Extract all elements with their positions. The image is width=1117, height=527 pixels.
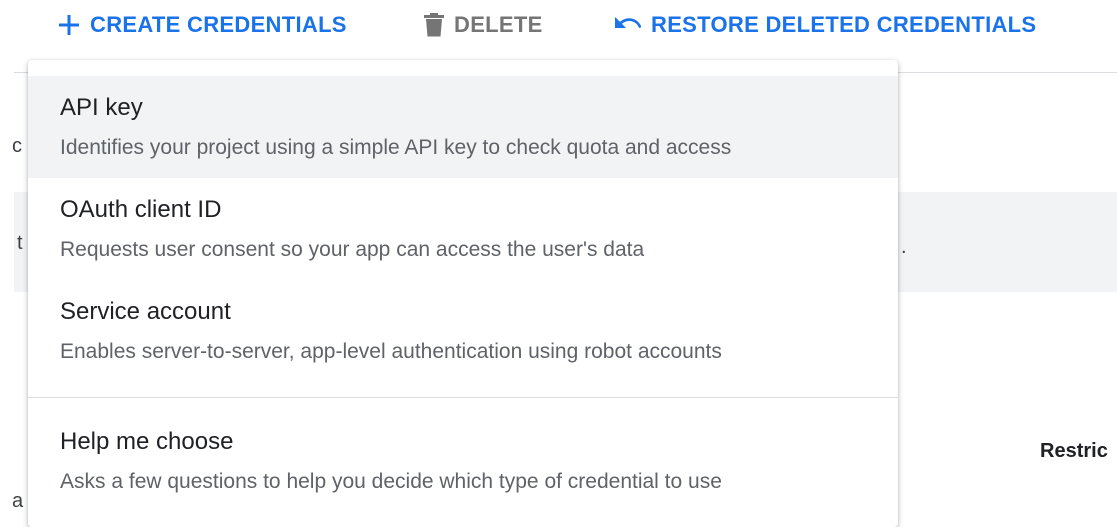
credentials-toolbar: CREATE CREDENTIALS DELETE RESTORE DELETE… [0,0,1117,58]
plus-icon [58,14,80,36]
menu-item-service-account[interactable]: Service account Enables server-to-server… [28,280,898,382]
restrictions-column-header: Restric [1040,440,1108,462]
restore-deleted-credentials-label: RESTORE DELETED CREDENTIALS [651,12,1037,37]
menu-divider [28,397,898,398]
menu-item-description: Asks a few questions to help you decide … [60,470,722,493]
menu-item-help-me-choose[interactable]: Help me choose Asks a few questions to h… [28,414,898,516]
menu-item-api-key[interactable]: API key Identifies your project using a … [28,76,898,178]
menu-item-description: Identifies your project using a simple A… [60,136,732,159]
delete-label: DELETE [454,12,543,37]
menu-item-title: API key [60,94,143,121]
menu-item-title: Service account [60,298,231,325]
trash-icon [424,13,444,37]
menu-item-description: Requests user consent so your app can ac… [60,238,645,261]
background-text-fragment: c [12,135,22,157]
background-text-fragment: . [901,236,907,258]
menu-item-title: Help me choose [60,428,234,455]
create-credentials-menu: API key Identifies your project using a … [28,60,898,527]
background-text-fragment: t [17,232,23,254]
menu-item-title: OAuth client ID [60,196,222,223]
menu-item-description: Enables server-to-server, app-level auth… [60,340,722,363]
menu-item-oauth-client-id[interactable]: OAuth client ID Requests user consent so… [28,178,898,280]
delete-button[interactable]: DELETE [424,8,543,42]
background-text-fragment: a [12,490,24,512]
create-credentials-button[interactable]: CREATE CREDENTIALS [58,8,347,42]
undo-icon [613,15,641,35]
restore-deleted-credentials-button[interactable]: RESTORE DELETED CREDENTIALS [613,8,1036,42]
create-credentials-label: CREATE CREDENTIALS [90,12,347,37]
